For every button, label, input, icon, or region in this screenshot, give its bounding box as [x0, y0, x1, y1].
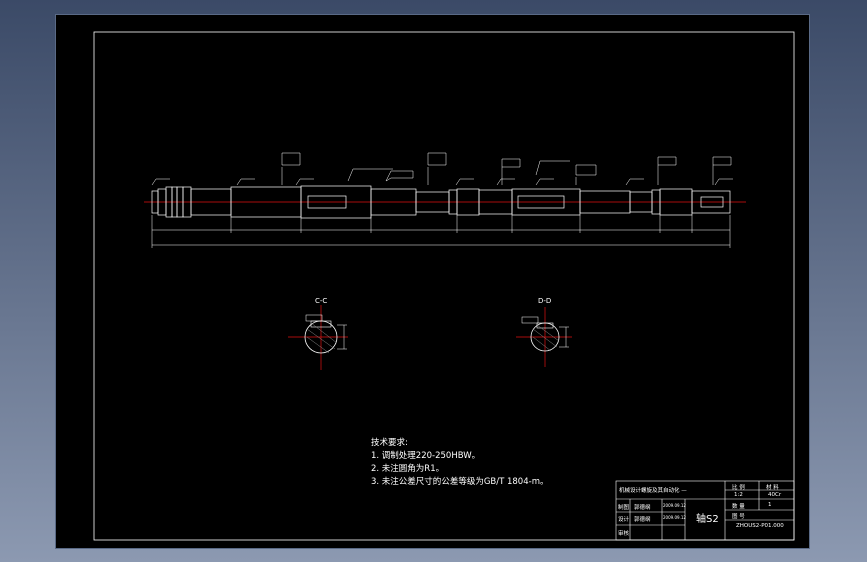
row-name-drafter: 郭德纲 — [634, 505, 651, 511]
section-dd-view — [516, 307, 572, 367]
material-value: 40Cr — [768, 492, 782, 498]
technical-requirements-heading: 技术要求: — [371, 438, 408, 448]
annotation-callouts — [151, 152, 733, 186]
row-role-designer: 设计 — [618, 517, 630, 523]
row-role-drafter: 制图 — [618, 505, 630, 511]
section-cc-view — [288, 305, 348, 370]
requirement-item-2: 2. 未注圆角为R1。 — [371, 464, 445, 474]
row-date-drafter: 2009.09.12 — [663, 503, 686, 508]
quantity-value: 1 — [768, 502, 772, 508]
section-label-dd: D-D — [538, 297, 551, 305]
drawing-number: ZHOUS2-P01.000 — [736, 523, 784, 529]
dimension-lines — [151, 215, 731, 248]
drawing-sheet[interactable]: C-C D-D 技术要求: 1. 调制处理220-250HBW。 2. 未注圆角… — [56, 15, 809, 548]
technical-requirements: 技术要求: 1. 调制处理220-250HBW。 2. 未注圆角为R1。 3. … — [371, 437, 548, 489]
material-label: 材 料 — [766, 485, 779, 491]
project-title: 机械设计螺旋及其自动化 — — [619, 488, 687, 494]
scale-value: 1:2 — [734, 492, 743, 498]
requirement-item-3: 3. 未注公差尺寸的公差等级为GB/T 1804-m。 — [371, 477, 549, 487]
scale-label: 比 例 — [732, 485, 745, 491]
row-date-designer: 2009.09.12 — [663, 515, 686, 520]
part-name: 轴S2 — [696, 514, 719, 525]
requirement-item-1: 1. 调制处理220-250HBW。 — [371, 451, 481, 461]
quantity-label: 数 量 — [732, 504, 745, 510]
section-label-cc: C-C — [315, 297, 327, 305]
row-role-reviewer: 审核 — [618, 531, 630, 537]
sheet-label: 图 号 — [732, 514, 745, 520]
row-name-designer: 郭德纲 — [634, 517, 651, 523]
